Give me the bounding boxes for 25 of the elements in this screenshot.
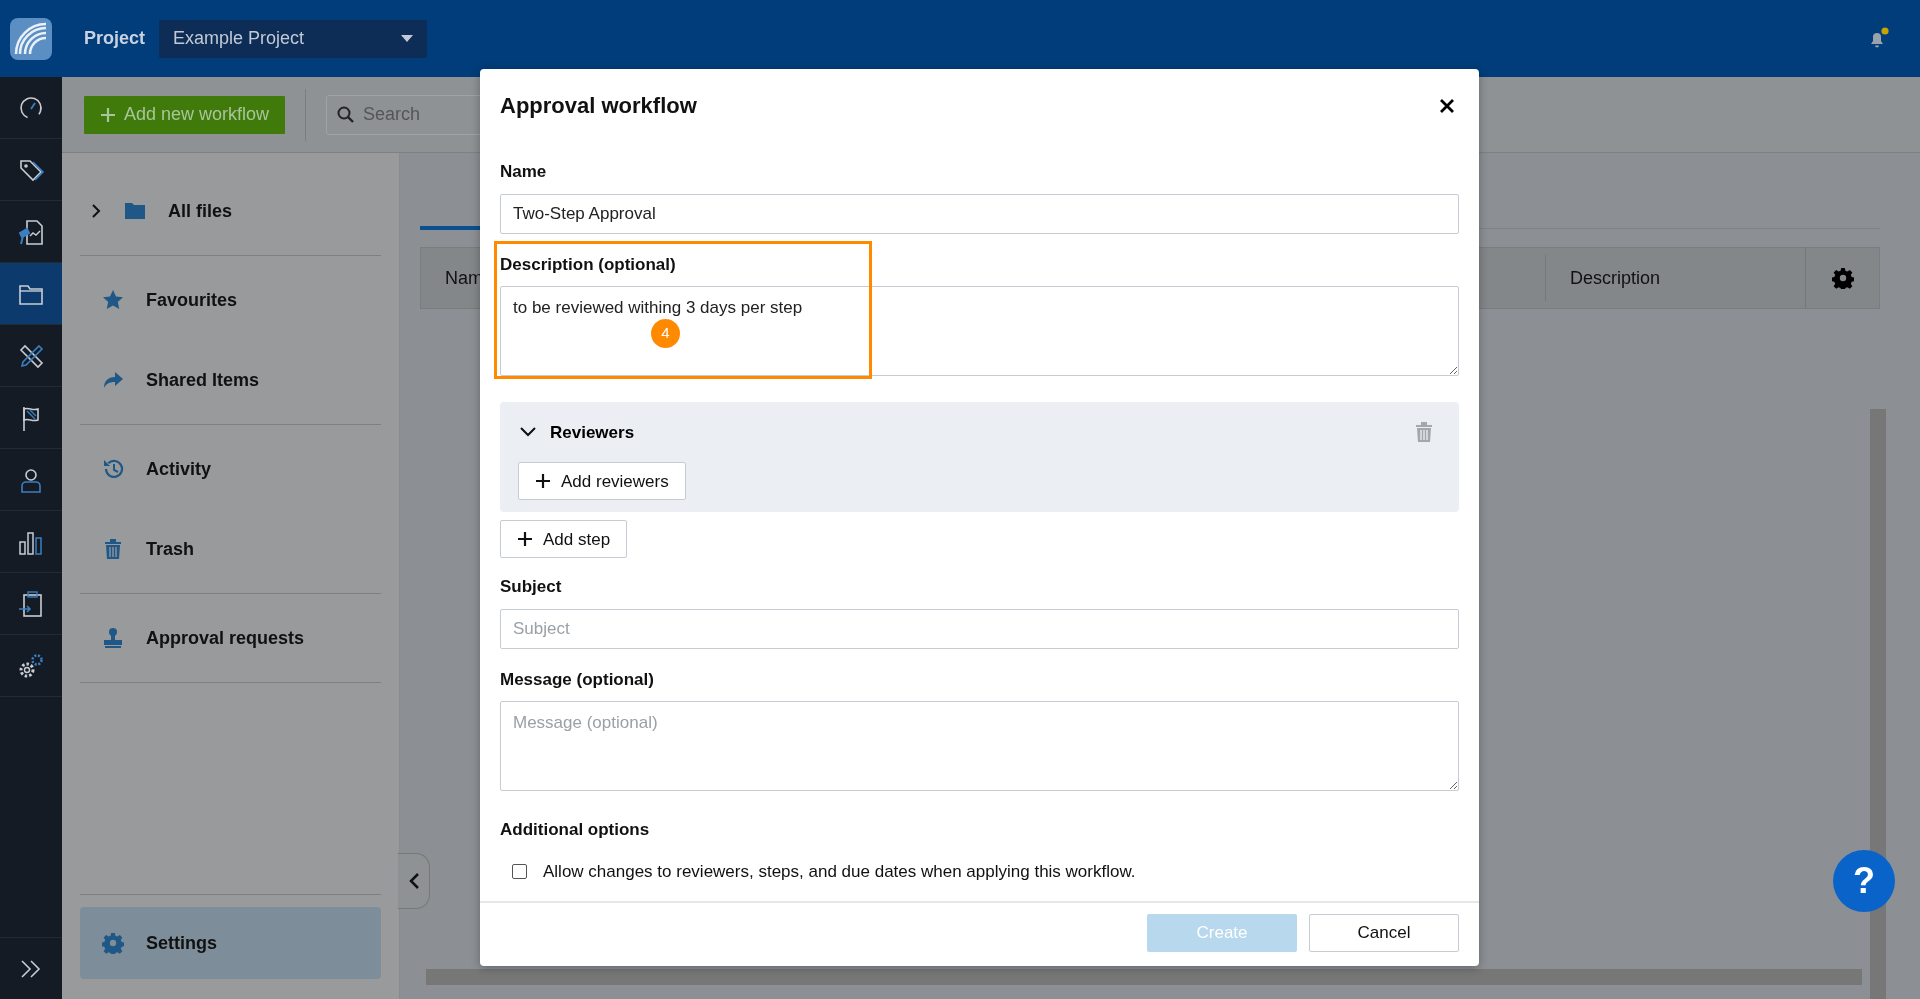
sidebar-item[interactable]: Approval requests <box>80 598 381 678</box>
text-field[interactable]: Two-Step Approval <box>500 193 1459 234</box>
project-label: Project <box>84 27 146 50</box>
sidebar-item[interactable]: Favourites <box>80 260 381 340</box>
settings-item[interactable]: Settings <box>80 907 381 979</box>
field-label: Description (optional) <box>500 253 676 276</box>
field-label: Subject <box>500 576 562 599</box>
field-label: Message (optional) <box>500 668 654 691</box>
section-heading: Additional options <box>500 819 651 842</box>
sidebar-item[interactable]: Shared Items <box>80 340 381 420</box>
sidebar-item[interactable]: All files <box>80 171 381 251</box>
add-step-button[interactable]: Add step <box>500 520 628 559</box>
add-reviewers-button[interactable]: Add reviewers <box>518 462 686 501</box>
step-toggle[interactable]: Reviewers <box>514 419 635 446</box>
column-header[interactable]: Description <box>1570 264 1661 292</box>
project-dropdown[interactable]: Example Project <box>159 19 428 58</box>
field-label: Name <box>500 161 547 184</box>
sidebar-item[interactable]: Trash <box>80 509 381 589</box>
sidebar-item[interactable]: Activity <box>80 429 381 509</box>
checkbox-label: Allow changes to reviewers, steps, and due dates when applying this workflow. <box>543 860 1136 883</box>
cancel-button[interactable]: Cancel <box>1309 914 1459 952</box>
text-area[interactable]: Message (optional) <box>500 701 1459 792</box>
text-field[interactable]: Subject <box>500 608 1459 649</box>
dialog-title: Approval workflow <box>500 93 697 120</box>
help-button[interactable]: ? <box>1833 850 1895 912</box>
